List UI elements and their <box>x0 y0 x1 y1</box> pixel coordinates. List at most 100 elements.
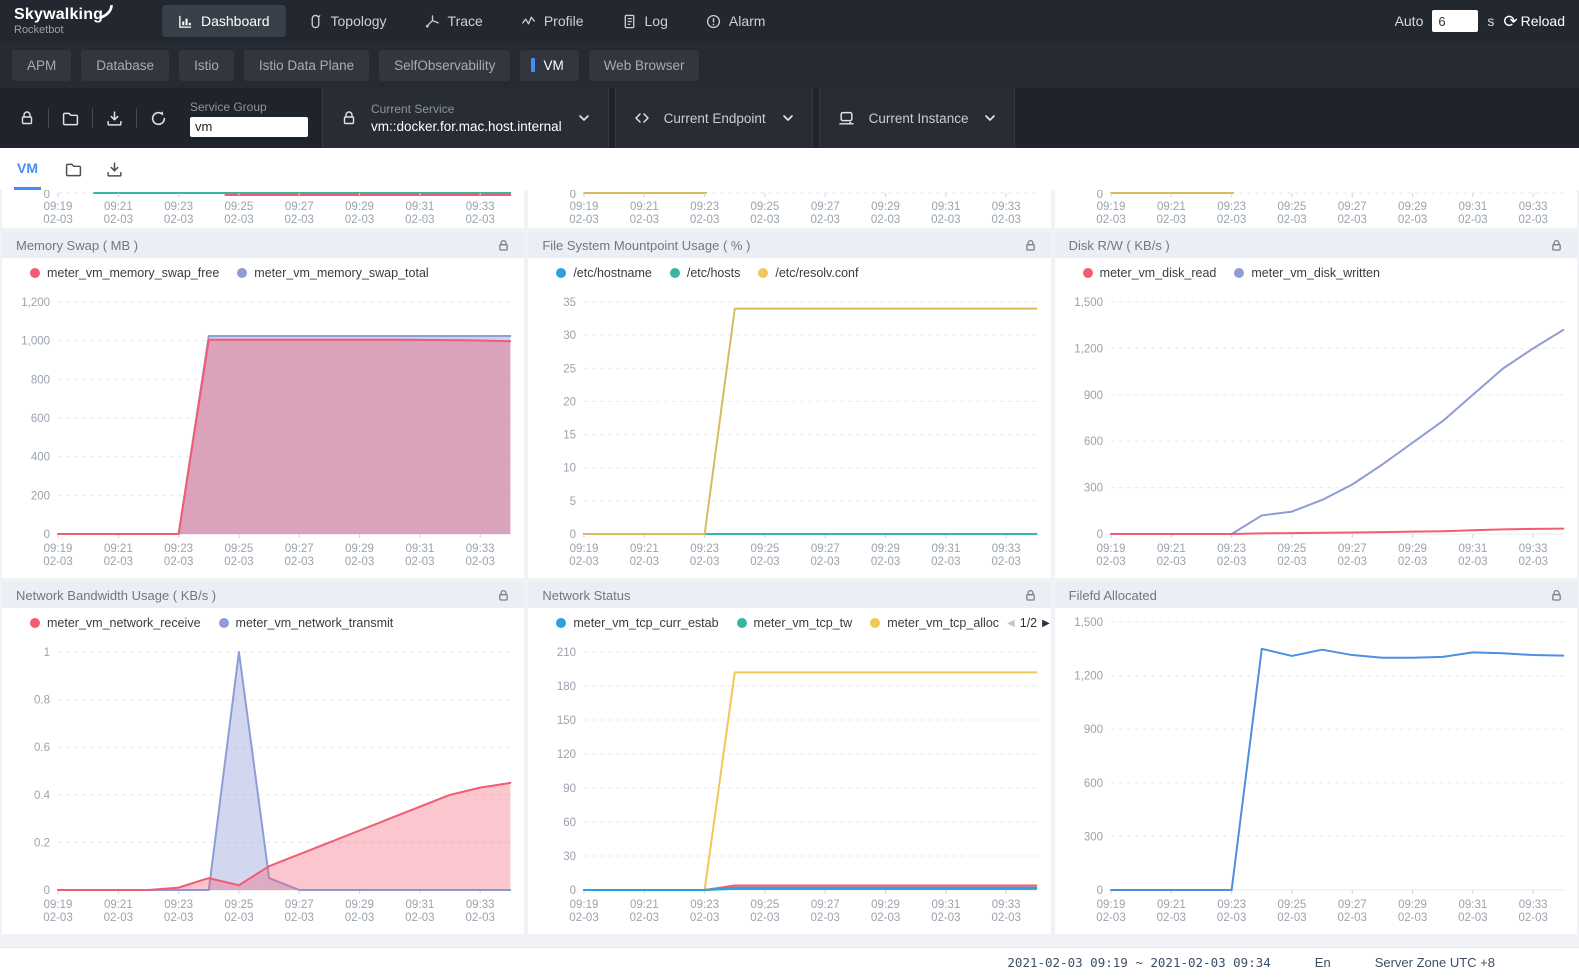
reload-button[interactable]: ⟳Reload <box>1503 13 1565 30</box>
export-button[interactable] <box>93 110 136 127</box>
cut-chart-2[interactable]: 009:1902-0309:2102-0309:2302-0309:2502-0… <box>528 190 1050 228</box>
service-group-label: Service Group <box>190 100 308 114</box>
cut-chart-panel-1: 009:1902-0309:2102-0309:2302-0309:2502-0… <box>2 190 524 228</box>
legend-item[interactable]: /etc/hosts <box>670 266 741 280</box>
svg-text:0: 0 <box>570 190 576 201</box>
legend-item[interactable]: meter_vm_network_transmit <box>219 616 394 630</box>
svg-text:09:25: 09:25 <box>225 899 254 911</box>
nav-item-alarm[interactable]: Alarm <box>690 5 782 37</box>
tab-istio-data-plane[interactable]: Istio Data Plane <box>244 50 369 81</box>
current-service-select[interactable]: Current Service vm::docker.for.mac.host.… <box>322 88 609 148</box>
language-toggle[interactable]: En <box>1315 955 1331 970</box>
legend-item[interactable]: /etc/hostname <box>556 266 652 280</box>
svg-text:09:31: 09:31 <box>405 899 434 911</box>
service-lock-icon <box>341 110 357 126</box>
nav-item-topology[interactable]: Topology <box>292 5 403 37</box>
refresh-templates-button[interactable] <box>137 110 180 127</box>
nav-item-log[interactable]: Log <box>606 5 684 37</box>
tab-selfobservability[interactable]: SelfObservability <box>379 50 510 81</box>
svg-text:09:27: 09:27 <box>811 543 840 555</box>
tab-istio[interactable]: Istio <box>179 50 234 81</box>
panel-title: Memory Swap ( MB ) <box>16 238 138 253</box>
legend: meter_vm_disk_read meter_vm_disk_written <box>1055 258 1577 288</box>
lock-icon[interactable] <box>1024 589 1037 602</box>
legend-next-icon[interactable]: ▶ <box>1042 618 1050 629</box>
svg-text:02-03: 02-03 <box>1277 214 1306 226</box>
lock-icon[interactable] <box>1550 589 1563 602</box>
tab-web-browser[interactable]: Web Browser <box>589 50 700 81</box>
svg-text:09:31: 09:31 <box>1458 899 1487 911</box>
current-instance-select[interactable]: Current Instance <box>819 88 1016 148</box>
network-bandwidth-chart[interactable]: 00.20.40.60.8109:1902-0309:2102-0309:230… <box>2 638 524 934</box>
download-icon <box>106 161 123 178</box>
nav-item-profile[interactable]: Profile <box>505 5 600 37</box>
svg-text:02-03: 02-03 <box>104 214 133 226</box>
disk-rw-chart[interactable]: 03006009001,2001,50009:1902-0309:2102-03… <box>1055 288 1577 578</box>
svg-text:02-03: 02-03 <box>1217 214 1246 226</box>
svg-text:09:33: 09:33 <box>1518 899 1547 911</box>
legend-item[interactable]: /etc/resolv.conf <box>758 266 858 280</box>
legend-item[interactable]: meter_vm_network_receive <box>30 616 201 630</box>
legend-item[interactable]: meter_vm_memory_swap_total <box>237 266 428 280</box>
folder-templates-button[interactable] <box>49 110 92 127</box>
svg-text:02-03: 02-03 <box>751 556 780 568</box>
legend-dot <box>670 268 680 278</box>
service-group-input[interactable] <box>190 117 308 137</box>
legend-item[interactable]: meter_vm_tcp_tw <box>737 616 853 630</box>
panel-filesystem-usage: File System Mountpoint Usage ( % ) /etc/… <box>528 232 1050 578</box>
svg-text:02-03: 02-03 <box>1277 912 1306 924</box>
current-instance-label: Current Instance <box>869 111 969 126</box>
svg-text:09:21: 09:21 <box>1157 543 1186 555</box>
svg-text:09:27: 09:27 <box>811 201 840 213</box>
svg-text:1,200: 1,200 <box>1074 343 1103 355</box>
network-status-chart[interactable]: 030609012015018021009:1902-0309:2102-030… <box>528 638 1050 934</box>
page-export-button[interactable] <box>106 161 123 178</box>
legend-item[interactable]: meter_vm_memory_swap_free <box>30 266 219 280</box>
logo-swoosh-icon <box>100 5 116 21</box>
lock-icon[interactable] <box>497 239 510 252</box>
lock-edit-button[interactable] <box>6 110 48 126</box>
filesystem-usage-chart[interactable]: 0510152025303509:1902-0309:2102-0309:230… <box>528 288 1050 578</box>
cut-chart-1[interactable]: 009:1902-0309:2102-0309:2302-0309:2502-0… <box>2 190 524 228</box>
lock-icon[interactable] <box>1024 239 1037 252</box>
cut-chart-panel-3: 009:1902-0309:2102-0309:2302-0309:2502-0… <box>1055 190 1577 228</box>
legend-item[interactable]: meter_vm_tcp_curr_estab <box>556 616 718 630</box>
svg-text:09:31: 09:31 <box>405 201 434 213</box>
tab-apm[interactable]: APM <box>12 50 71 81</box>
svg-text:09:25: 09:25 <box>751 201 780 213</box>
svg-text:02-03: 02-03 <box>630 912 659 924</box>
profile-icon <box>521 14 536 29</box>
legend-item[interactable]: meter_vm_disk_read <box>1083 266 1217 280</box>
filefd-allocated-chart[interactable]: 03006009001,2001,50009:1902-0309:2102-03… <box>1055 608 1577 934</box>
time-range[interactable]: 2021-02-03 09:19 ~ 2021-02-03 09:34 <box>1007 955 1270 970</box>
memory-swap-chart[interactable]: 02004006008001,0001,20009:1902-0309:2102… <box>2 288 524 578</box>
tab-vm[interactable]: VM <box>520 50 578 81</box>
svg-text:09:31: 09:31 <box>932 899 961 911</box>
nav-item-dashboard[interactable]: Dashboard <box>162 5 286 37</box>
legend-prev-icon[interactable]: ◀ <box>1007 618 1015 629</box>
svg-text:09:19: 09:19 <box>44 899 73 911</box>
dashboard-tab-bar: APM Database Istio Istio Data Plane Self… <box>0 42 1579 88</box>
svg-text:09:19: 09:19 <box>570 899 599 911</box>
legend-item[interactable]: meter_vm_disk_written <box>1234 266 1380 280</box>
legend-item[interactable]: meter_vm_tcp_alloc <box>870 616 999 630</box>
current-endpoint-select[interactable]: Current Endpoint <box>615 88 813 148</box>
page-folder-button[interactable] <box>65 161 82 178</box>
svg-text:09:21: 09:21 <box>630 899 659 911</box>
server-zone[interactable]: Server Zone UTC +8 <box>1375 955 1495 970</box>
svg-text:02-03: 02-03 <box>992 556 1021 568</box>
lock-icon[interactable] <box>497 589 510 602</box>
svg-text:02-03: 02-03 <box>1337 556 1366 568</box>
nav-item-trace[interactable]: Trace <box>409 5 499 37</box>
svg-text:09:33: 09:33 <box>466 201 495 213</box>
lock-icon[interactable] <box>1550 239 1563 252</box>
svg-text:02-03: 02-03 <box>931 556 960 568</box>
cut-chart-3[interactable]: 009:1902-0309:2102-0309:2302-0309:2502-0… <box>1055 190 1577 228</box>
svg-text:800: 800 <box>31 374 50 386</box>
svg-text:02-03: 02-03 <box>1096 214 1125 226</box>
page-tab-vm[interactable]: VM <box>14 148 41 190</box>
auto-interval-input[interactable] <box>1432 10 1478 32</box>
trace-icon <box>425 14 440 29</box>
legend-dot <box>30 618 40 628</box>
tab-database[interactable]: Database <box>81 50 169 81</box>
